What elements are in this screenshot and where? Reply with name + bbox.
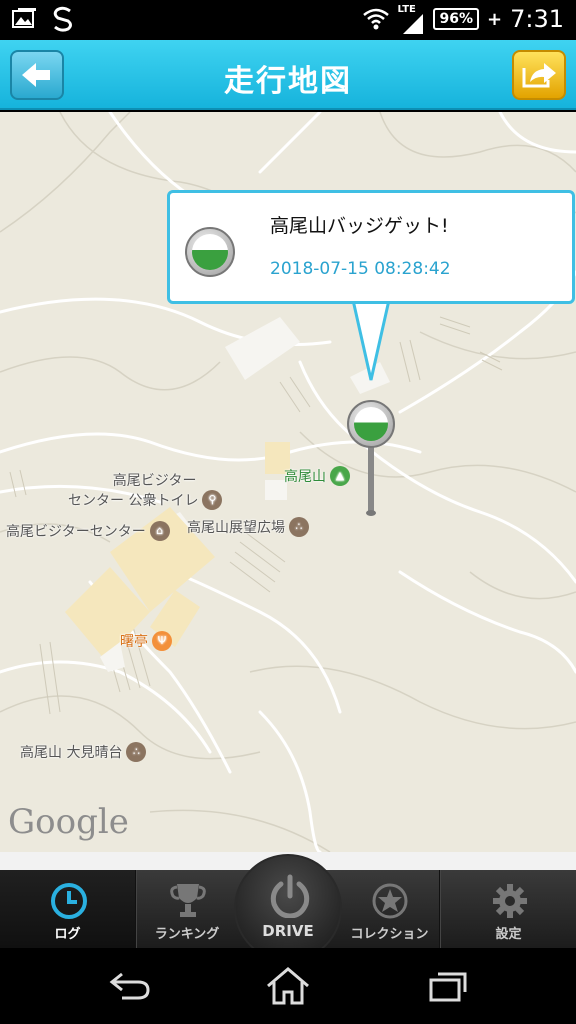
signal-icon: LTE	[397, 4, 425, 34]
page-title: 走行地図	[224, 64, 352, 99]
gear-icon	[493, 884, 527, 918]
callout-tail	[351, 300, 391, 381]
mountain-icon: ▲	[330, 466, 350, 486]
gallery-notification-icon	[12, 8, 36, 28]
navigation-bar	[0, 948, 576, 1024]
google-attribution: Google	[8, 802, 129, 842]
poi-label: 高尾山 大見晴台	[20, 745, 123, 761]
poi-label-line2: センター 公衆トイレ	[68, 493, 199, 509]
poi-akebonotei[interactable]: 曙亭 Ψ	[120, 631, 172, 651]
back-nav-icon[interactable]	[108, 970, 152, 1004]
tab-collection[interactable]: コレクション	[340, 870, 440, 948]
share-icon	[522, 63, 556, 88]
mountain-badge-icon	[192, 234, 228, 270]
poi-label-line1: 高尾ビジター	[112, 473, 197, 489]
clock: 7:31	[510, 5, 564, 33]
viewpoint-icon: ∴	[289, 517, 309, 537]
map-marker-pole	[366, 437, 376, 516]
drive-label: DRIVE	[262, 922, 314, 940]
title-bar: 走行地図	[0, 40, 576, 110]
viewpoint-icon: ∴	[126, 742, 147, 762]
star-icon	[372, 883, 408, 919]
home-nav-icon[interactable]	[265, 966, 311, 1006]
charging-icon: +	[487, 8, 503, 30]
badge-icon	[185, 227, 235, 277]
tab-label: 設定	[495, 927, 522, 942]
s-notification-icon	[53, 6, 72, 32]
poi-visitor-center-toilet[interactable]: 高尾ビジター センター 公衆トイレ ⚲	[68, 470, 223, 510]
recents-nav-icon[interactable]	[428, 970, 468, 1004]
poi-label: 曙亭	[120, 634, 148, 650]
drive-button[interactable]: DRIVE	[234, 854, 342, 962]
mountain-badge-icon	[354, 407, 388, 441]
museum-icon: ⌂	[149, 521, 170, 541]
badge-marker[interactable]	[347, 400, 395, 448]
poi-observation-plaza[interactable]: 高尾山展望広場 ∴	[187, 517, 309, 537]
poi-label: 高尾山展望広場	[187, 520, 285, 536]
wifi-icon	[363, 8, 390, 30]
poi-mount-takao[interactable]: 高尾山 ▲	[284, 466, 350, 486]
share-button[interactable]	[512, 50, 566, 100]
clock-icon	[51, 883, 87, 919]
poi-visitor-center[interactable]: 高尾ビジターセンター ⌂	[6, 521, 170, 541]
tab-ranking[interactable]: ランキング	[137, 870, 237, 948]
tab-label: コレクション	[350, 927, 429, 942]
battery-indicator: 96%	[433, 8, 479, 30]
tab-label: ランキング	[154, 927, 220, 942]
tab-settings[interactable]: 設定	[441, 870, 576, 948]
restaurant-icon: Ψ	[152, 631, 172, 651]
tab-label: ログ	[54, 927, 81, 942]
power-icon	[270, 874, 310, 918]
toilet-icon: ⚲	[202, 490, 223, 510]
poi-label: 高尾ビジターセンター	[6, 524, 146, 540]
callout-title: 高尾山バッジゲット!	[270, 215, 449, 237]
poi-label: 高尾山	[284, 469, 326, 485]
tab-log[interactable]: ログ	[0, 870, 136, 948]
tab-bar: ログ ランキング DRIVE コレクション 設定	[0, 854, 576, 962]
poi-omiharashi[interactable]: 高尾山 大見晴台 ∴	[20, 742, 147, 762]
trophy-icon	[170, 884, 206, 917]
status-bar: LTE 96% + 7:31	[0, 0, 576, 40]
callout-timestamp: 2018-07-15 08:28:42	[270, 259, 451, 279]
badge-callout[interactable]: 高尾山バッジゲット! 2018-07-15 08:28:42	[167, 190, 575, 304]
